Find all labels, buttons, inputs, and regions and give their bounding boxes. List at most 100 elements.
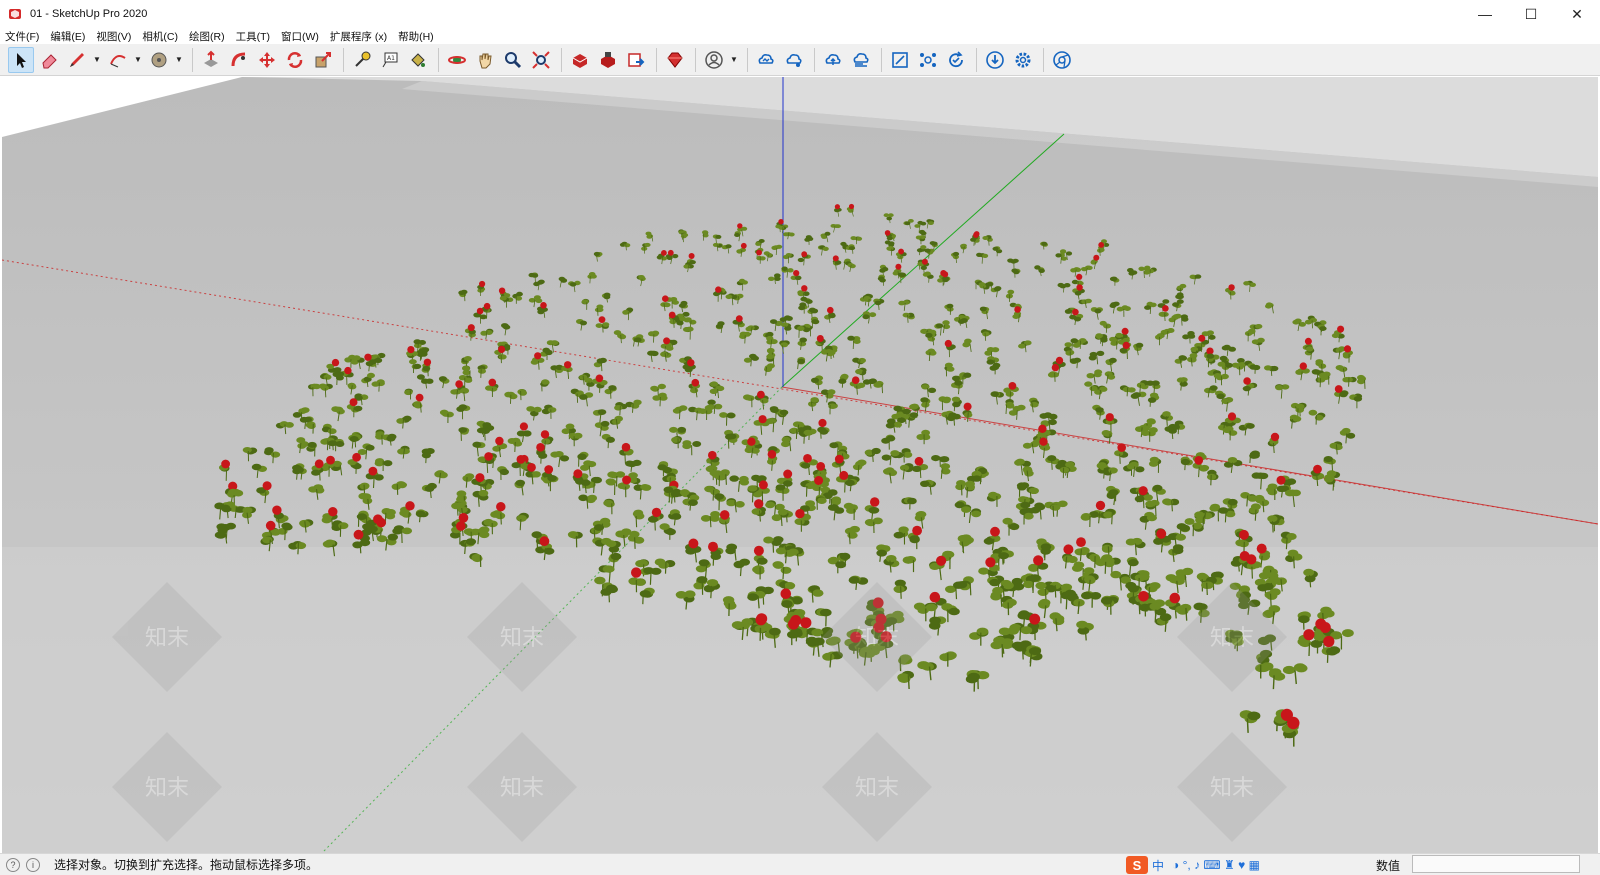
- extension-warehouse-icon[interactable]: [595, 47, 621, 73]
- ime-language-indicator[interactable]: 中: [1152, 857, 1164, 874]
- clover-leaf: [608, 385, 617, 391]
- red-clover-flower: [708, 541, 718, 552]
- follow-me-tool-icon[interactable]: [226, 47, 252, 73]
- cloud-upload-icon[interactable]: [820, 47, 846, 73]
- frame-icon[interactable]: [887, 47, 913, 73]
- clover-leaf: [874, 300, 882, 306]
- clover-leaf: [618, 334, 627, 340]
- move-tool-icon[interactable]: [254, 47, 280, 73]
- trimble-connect-icon[interactable]: [753, 47, 779, 73]
- clover-stem: [861, 371, 864, 381]
- paint-bucket-tool-icon[interactable]: [405, 47, 431, 73]
- menu-extensions[interactable]: 扩展程序 (x): [330, 29, 387, 44]
- account-dropdown-chevron-icon[interactable]: ▼: [729, 47, 739, 73]
- clover-leaf: [1081, 591, 1093, 600]
- clover-leaf: [970, 237, 977, 242]
- shape-dropdown-chevron-icon[interactable]: ▼: [174, 47, 184, 73]
- red-clover-flower: [364, 353, 372, 361]
- account-user-icon[interactable]: [701, 47, 727, 73]
- menu-window[interactable]: 窗口(W): [281, 29, 319, 44]
- scale-tool-icon[interactable]: [310, 47, 336, 73]
- menu-draw[interactable]: 绘图(R): [189, 29, 225, 44]
- maximize-button[interactable]: ☐: [1508, 0, 1554, 28]
- red-clover-flower: [1343, 345, 1352, 353]
- push-pull-tool-icon[interactable]: [198, 47, 224, 73]
- text-tool-icon[interactable]: A1: [377, 47, 403, 73]
- 3d-warehouse-icon[interactable]: [567, 47, 593, 73]
- clover-leaf: [252, 463, 262, 470]
- refresh-check-icon[interactable]: [943, 47, 969, 73]
- tape-measure-tool-icon[interactable]: [349, 47, 375, 73]
- ime-toolbar-icons[interactable]: ◑ °, ♪ ⌨ ♜ ♥ ▦: [1172, 858, 1260, 872]
- clover-leaf: [881, 454, 891, 461]
- clover-leaf: [1022, 442, 1032, 449]
- model-viewport[interactable]: 知末 知末 知末 知末 知末 知末 知末 知末: [2, 77, 1598, 853]
- arc-tool-icon[interactable]: [105, 47, 131, 73]
- cloud-share-icon[interactable]: [781, 47, 807, 73]
- menu-tools[interactable]: 工具(T): [236, 29, 270, 44]
- menu-view[interactable]: 视图(V): [96, 29, 131, 44]
- menu-edit[interactable]: 编辑(E): [50, 29, 85, 44]
- pencil-line-tool-icon[interactable]: [64, 47, 90, 73]
- clover-leaf: [1008, 410, 1018, 416]
- clover-leaf: [1148, 460, 1159, 467]
- settings-gear-icon[interactable]: [1010, 47, 1036, 73]
- menu-bar: 文件(F) 编辑(E) 视图(V) 相机(C) 绘图(R) 工具(T) 窗口(W…: [0, 28, 1600, 44]
- layout-send-icon[interactable]: [623, 47, 649, 73]
- zoom-extents-tool-icon[interactable]: [528, 47, 554, 73]
- zoom-tool-icon[interactable]: [500, 47, 526, 73]
- clover-stem: [1043, 242, 1045, 250]
- minimize-button[interactable]: —: [1462, 0, 1508, 28]
- extension-manager-ruby-icon[interactable]: [662, 47, 688, 73]
- scene-canvas[interactable]: 知末 知末 知末 知末知末 知末 知末 知末: [2, 77, 1598, 853]
- clover-stem: [772, 540, 775, 553]
- orbit-tool-icon[interactable]: [444, 47, 470, 73]
- clover-stem: [1005, 404, 1008, 415]
- clover-leaf: [1002, 517, 1013, 525]
- window-title: 01 - SketchUp Pro 2020: [30, 8, 148, 20]
- pan-tool-icon[interactable]: [472, 47, 498, 73]
- clover-leaf: [1084, 298, 1092, 304]
- shape-circle-tool-icon[interactable]: [146, 47, 172, 73]
- info-icon[interactable]: i: [26, 857, 40, 872]
- rotate-tool-icon[interactable]: [282, 47, 308, 73]
- select-tool-icon[interactable]: [8, 46, 34, 73]
- watermark-text: 知末: [500, 626, 544, 651]
- geo-location-icon[interactable]: ?: [6, 857, 20, 872]
- clover-leaf: [952, 251, 960, 257]
- clover-leaf: [773, 245, 780, 250]
- red-clover-flower: [715, 286, 722, 293]
- red-clover-flower: [622, 475, 632, 485]
- clover-leaf: [840, 241, 847, 246]
- pencil-dropdown-chevron-icon[interactable]: ▼: [92, 47, 102, 73]
- clover-leaf: [1110, 570, 1122, 579]
- download-icon[interactable]: [982, 47, 1008, 73]
- red-clover-flower: [407, 346, 415, 354]
- network-icon[interactable]: [915, 47, 941, 73]
- clover-leaf: [1065, 350, 1073, 356]
- clover-leaf: [890, 450, 900, 457]
- clover-leaf: [998, 627, 1011, 636]
- measurements-input[interactable]: [1412, 855, 1580, 873]
- eraser-tool-icon[interactable]: [36, 47, 62, 73]
- arc-dropdown-chevron-icon[interactable]: ▼: [133, 47, 143, 73]
- clover-leaf: [1112, 301, 1120, 307]
- cloud-sync-icon[interactable]: [848, 47, 874, 73]
- menu-help[interactable]: 帮助(H): [398, 29, 434, 44]
- clover-leaf: [978, 282, 986, 287]
- clover-leaf: [1162, 411, 1171, 417]
- menu-camera[interactable]: 相机(C): [142, 29, 178, 44]
- clover-leaf: [596, 358, 605, 364]
- clover-leaf: [952, 375, 960, 381]
- clover-leaf: [545, 349, 553, 356]
- clover-leaf: [800, 296, 808, 302]
- close-button[interactable]: ✕: [1554, 0, 1600, 28]
- clover-leaf: [706, 579, 719, 587]
- sogou-ime-logo-icon[interactable]: S: [1126, 856, 1148, 874]
- clover-stem: [900, 586, 902, 599]
- chrome-browser-icon[interactable]: [1049, 47, 1075, 73]
- clover-leaf: [1005, 598, 1017, 607]
- toolbar-separator: [192, 47, 193, 72]
- clover-leaf: [893, 531, 904, 539]
- menu-file[interactable]: 文件(F): [5, 29, 39, 44]
